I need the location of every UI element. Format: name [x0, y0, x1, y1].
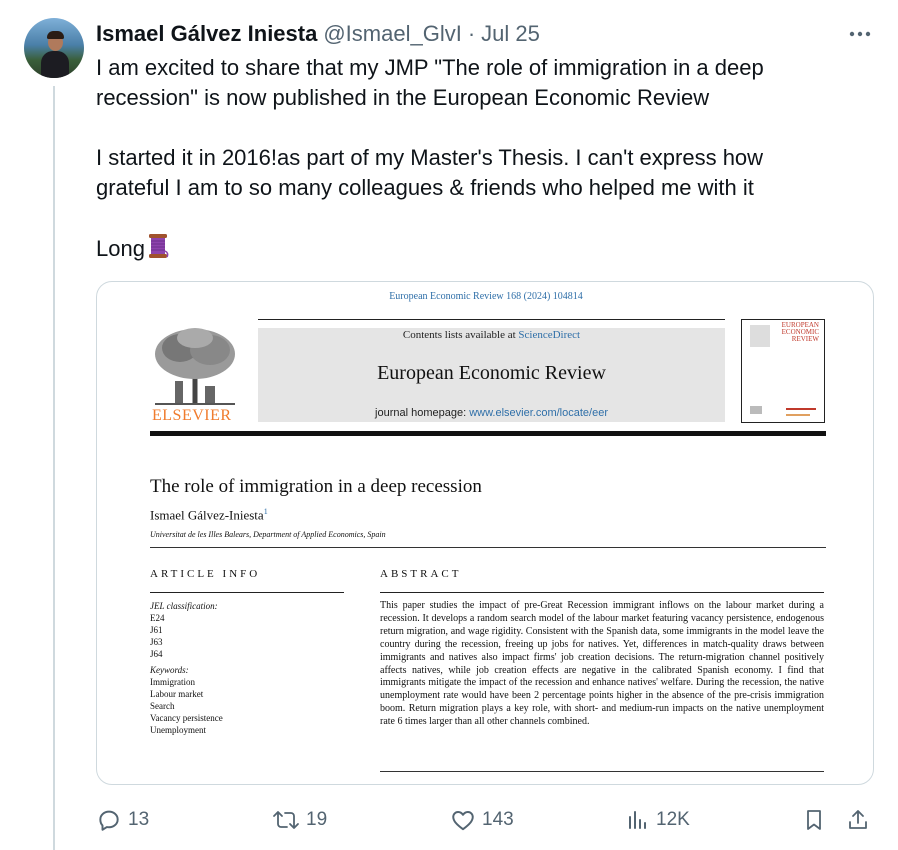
- bookmark-button[interactable]: [802, 805, 826, 835]
- thread-connector-line: [53, 86, 55, 850]
- paper-title: The role of immigration in a deep recess…: [150, 476, 482, 497]
- tweet-text-line: I am excited to share that my JMP "The r…: [96, 55, 764, 80]
- heart-icon: [452, 811, 474, 831]
- bookmark-icon: [807, 810, 821, 830]
- jel-code: E24: [150, 613, 165, 623]
- article-info-heading: ARTICLE INFO: [150, 568, 261, 580]
- keyword: Unemployment: [150, 725, 206, 735]
- avatar[interactable]: [24, 18, 84, 78]
- paper-author: Ismael Gálvez-Iniesta1: [150, 507, 268, 523]
- abstract-text: This paper studies the impact of pre-Gre…: [380, 600, 824, 728]
- title-separator-rule: [150, 547, 826, 548]
- tweet-date[interactable]: Jul 25: [481, 21, 540, 47]
- author-footnote-mark: 1: [263, 507, 268, 516]
- tweet-header: Ismael Gálvez Iniesta @Ismael_GlvI · Jul…: [96, 20, 540, 48]
- views-icon: [629, 811, 646, 829]
- article-info-list: JEL classification: E24 J61 J63 J64 Keyw…: [150, 600, 223, 736]
- jel-label: JEL classification:: [150, 601, 218, 611]
- jel-code: J64: [150, 649, 163, 659]
- tweet-text-line: grateful I am to so many colleagues & fr…: [96, 175, 754, 200]
- jel-code: J61: [150, 625, 163, 635]
- header-thick-rule: [150, 431, 826, 436]
- header-rule: [258, 319, 725, 320]
- sciencedirect-link: ScienceDirect: [518, 329, 581, 341]
- separator-dot: ·: [467, 21, 476, 46]
- like-button[interactable]: 143: [450, 805, 514, 835]
- retweet-button[interactable]: 19: [272, 805, 327, 835]
- keywords-label: Keywords:: [150, 665, 189, 675]
- keyword: Labour market: [150, 689, 204, 699]
- views-button[interactable]: 12K: [626, 805, 690, 835]
- author-handle[interactable]: @Ismael_GlvI: [323, 21, 461, 47]
- tweet-text-line: recession" is now published in the Europ…: [96, 85, 710, 110]
- retweet-icon: [273, 811, 299, 829]
- views-count: 12K: [656, 809, 690, 830]
- journal-name: European Economic Review: [377, 362, 606, 384]
- attached-image-card[interactable]: European Economic Review 168 (2024) 1048…: [96, 281, 874, 785]
- elsevier-wordmark: ELSEVIER: [152, 407, 232, 424]
- keyword: Search: [150, 701, 175, 711]
- tweet-text-line: Long: [96, 233, 836, 264]
- reply-button[interactable]: 13: [96, 805, 149, 835]
- cover-title-line: REVIEW: [791, 335, 819, 343]
- keyword: Vacancy persistence: [150, 713, 223, 723]
- thread-spool-icon: [148, 234, 169, 258]
- abstract-bottom-rule: [380, 771, 824, 772]
- journal-cover-thumbnail: EUROPEAN ECONOMIC REVIEW: [741, 319, 825, 423]
- journal-homepage-url: www.elsevier.com/locate/eer: [469, 407, 608, 419]
- jel-code: J63: [150, 637, 163, 647]
- more-options-button[interactable]: [846, 22, 874, 46]
- share-icon: [849, 810, 867, 829]
- journal-banner: Contents lists available at ScienceDirec…: [258, 328, 725, 422]
- tweet-text-long: Long: [96, 236, 145, 261]
- paper-citation: European Economic Review 168 (2024) 1048…: [389, 291, 583, 302]
- ellipsis-icon: [849, 31, 871, 37]
- tweet-text: I am excited to share that my JMP "The r…: [96, 53, 836, 264]
- tweet-text-line: I started it in 2016!as part of my Maste…: [96, 145, 764, 170]
- author-name[interactable]: Ismael Gálvez Iniesta: [96, 21, 317, 47]
- journal-homepage: journal homepage: www.elsevier.com/locat…: [375, 407, 608, 419]
- share-button[interactable]: [846, 805, 870, 835]
- retweet-count: 19: [306, 809, 328, 830]
- like-count: 143: [482, 809, 514, 830]
- paper-affiliation: Universitat de les Illes Balears, Depart…: [150, 530, 386, 539]
- tweet-action-bar: 13 19 143 12K: [96, 805, 874, 835]
- contents-line: Contents lists available at ScienceDirec…: [402, 329, 581, 341]
- avatar-figure: [41, 51, 69, 78]
- reply-icon: [99, 810, 119, 831]
- keyword: Immigration: [150, 677, 195, 687]
- reply-count: 13: [128, 809, 150, 830]
- abstract-heading: ABSTRACT: [380, 568, 462, 580]
- paper-first-page: European Economic Review 168 (2024) 1048…: [97, 282, 873, 784]
